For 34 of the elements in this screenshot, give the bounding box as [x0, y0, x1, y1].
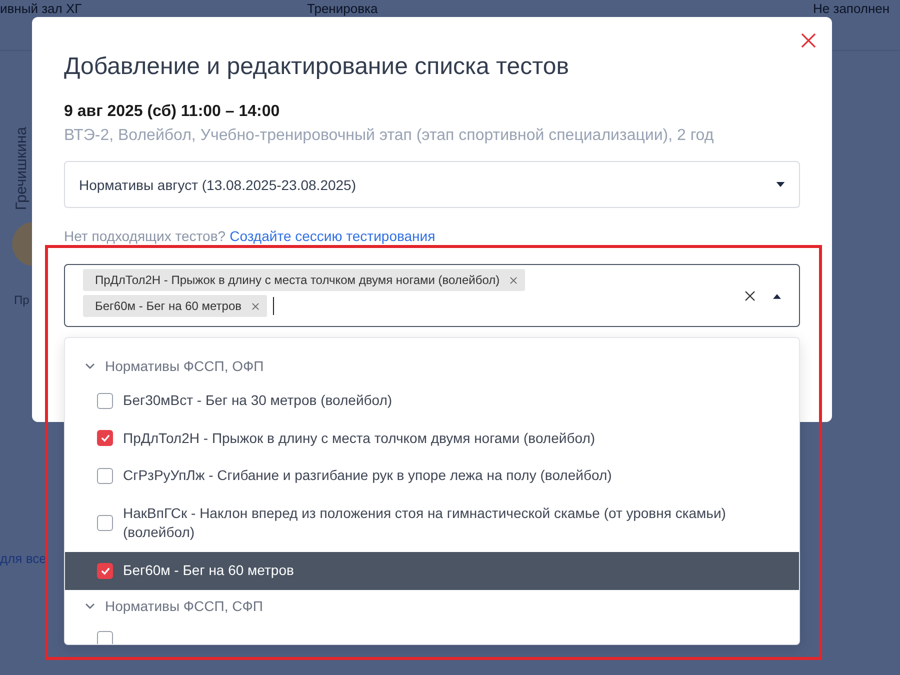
test-option[interactable]: СгРзРуУпЛж - Сгибание и разгибание рук в упоре лежа на полу (волейбол): [65, 457, 799, 495]
create-session-link[interactable]: Создайте сессию тестирования: [230, 228, 436, 244]
group-header[interactable]: Нормативы ФССП, ОФП: [65, 350, 799, 382]
group-header[interactable]: Нормативы ФССП, СФП: [65, 590, 799, 622]
event-subtitle: ВТЭ-2, Волейбол, Учебно-тренировочный этап (этап спортивной специализации), 2 год: [64, 127, 715, 145]
check-icon: [100, 566, 110, 575]
caret-icon[interactable]: [773, 294, 781, 299]
text-cursor: [272, 297, 274, 315]
clear-icon[interactable]: [745, 291, 755, 301]
checkbox[interactable]: [97, 515, 113, 532]
remove-tag-icon[interactable]: [252, 302, 259, 310]
session-select[interactable]: Нормативы август (13.08.2025-23.08.2025): [64, 161, 800, 208]
test-tag: ПрДлТол2Н - Прыжок в длину с места толчком двумя ногами (волейбол): [83, 269, 525, 291]
remove-tag-icon[interactable]: [510, 276, 517, 284]
test-option[interactable]: Бег60м - Бег на 60 метров: [65, 552, 799, 590]
close-icon[interactable]: [801, 33, 816, 48]
person-name: Гречишкина: [13, 126, 30, 210]
test-option[interactable]: ПрДлТол2Н - Прыжок в длину с места толчком двумя ногами (волейбол): [65, 420, 799, 458]
header-cell-text: ивный зал ХГ: [0, 1, 82, 16]
checkbox[interactable]: [97, 430, 113, 446]
caret-icon: [776, 182, 785, 187]
header-cell-text: Не заполнен: [813, 1, 890, 16]
check-icon: [100, 434, 110, 442]
header-cell-text: Тренировка: [307, 1, 378, 16]
row-label: Пр: [14, 293, 30, 307]
modal-title: Добавление и редактирование списка тестов: [64, 53, 570, 81]
checkbox[interactable]: [97, 392, 113, 409]
test-tag: Бег60м - Бег на 60 метров: [83, 295, 267, 317]
checkbox[interactable]: [97, 468, 113, 484]
event-date: 9 авг 2025 (сб) 11:00 – 14:00: [64, 103, 281, 121]
hint-text: Нет подходящих тестов?: [64, 228, 226, 244]
test-option[interactable]: НакВпГСк - Наклон вперед из положения стоя на гимнастической скамье (от уровня скамьи) (волейбол): [65, 494, 799, 552]
checkbox[interactable]: [97, 562, 113, 579]
test-option[interactable]: Бег30мВст - Бег на 30 метров (волейбол): [65, 382, 799, 420]
